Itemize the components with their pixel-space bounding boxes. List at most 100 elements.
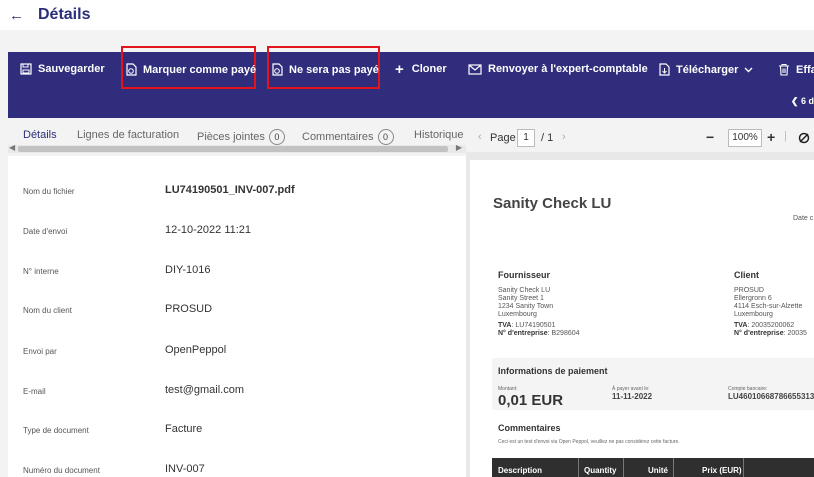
mail-icon [468,63,482,75]
back-arrow-icon[interactable]: ← [9,7,24,24]
clone-button[interactable]: + Cloner [395,60,447,78]
document-number-label: Numéro du document [23,466,100,475]
mark-as-paid-label: Marquer comme payé [143,63,257,76]
plus-icon: + [395,60,404,78]
save-button[interactable]: Sauvegarder [20,63,105,75]
document-number-value: INV-007 [165,463,205,475]
mini-pager-text: 6 d [800,96,814,106]
detail-tabs: Détails Lignes de facturation Pièces joi… [8,126,466,145]
pdf-viewer-controls: ‹ Page 1 / 1 › − 100% + | [470,126,814,150]
pdf-col-separator [578,458,579,477]
pdf-payment-box: Informations de paiement Montant: 0,01 E… [492,358,814,410]
pdf-client-line: PROSUD [734,287,764,294]
pdf-amount-value: 0,01 EUR [498,392,564,409]
pdf-col-description: Description [498,466,543,475]
client-name-label: Nom du client [23,306,72,315]
pdf-client-address: PROSUD Ellergronn 6 4114 Esch-sur-Alzett… [734,287,807,338]
send-date-label: Date d'envoi [23,227,68,236]
pdf-col-unit: Unité [648,466,668,475]
next-page-icon[interactable]: › [562,131,566,143]
toolbar-divider: | [784,130,787,142]
resend-accountant-button[interactable]: Renvoyer à l'expert-comptable [468,63,648,75]
pdf-date-label: Date c [793,215,814,222]
download-button[interactable]: Télécharger [658,63,753,76]
pdf-col-quantity: Quantity [584,466,617,475]
will-not-be-paid-label: Ne sera pas payé [289,63,379,76]
document-type-label: Type de document [23,426,89,435]
scroll-left-icon[interactable]: ◀ [9,143,15,152]
action-toolbar: Sauvegarder Marquer comme payé Ne sera p… [8,46,814,118]
no-annotation-icon[interactable] [798,132,810,144]
details-panel: Nom du fichier LU74190501_INV-007.pdf Da… [8,156,466,477]
pdf-col-price: Prix (EUR) [702,466,742,475]
save-label: Sauvegarder [38,63,105,75]
pdf-client-vat: TVA: 20035200062 [734,322,807,330]
pdf-vat-value: : LU74190501 [511,322,556,329]
chevron-down-icon [744,67,753,72]
internal-number-label: N° interne [23,267,59,276]
pdf-client-title: Client [734,270,760,280]
tab-attachments[interactable]: Pièces jointes 0 [197,129,285,145]
zoom-level-input[interactable]: 100% [728,129,762,147]
pdf-company-no-label: N° d'entreprise [498,330,548,337]
sent-by-label: Envoi par [23,347,57,356]
pdf-supplier-line: Luxembourg [498,311,537,318]
pdf-col-separator [743,458,744,477]
pdf-col-separator [623,458,624,477]
zoom-in-button[interactable]: + [767,129,775,145]
tab-history[interactable]: Historique [414,129,464,141]
mark-as-paid-button[interactable]: Marquer comme payé [125,63,256,76]
document-payment-icon [126,63,137,76]
document-type-value: Facture [165,423,203,435]
tab-invoice-lines[interactable]: Lignes de facturation [77,129,179,141]
download-icon [659,63,670,76]
pdf-col-separator [673,458,674,477]
pdf-company-no-value: : B298604 [547,330,580,337]
pdf-supplier-company-no: N° d'entreprise: B298604 [498,330,580,338]
pdf-supplier-address: Sanity Check LU Sanity Street 1 1234 San… [498,287,580,338]
delete-button[interactable]: Effa [778,63,814,76]
pdf-client-line: Luxembourg [734,311,773,318]
pdf-client-line: 4114 Esch-sur-Alzette [734,303,803,310]
previous-page-icon[interactable]: ‹ [478,131,482,143]
pdf-company-name: Sanity Check LU [493,195,612,212]
scroll-right-icon[interactable]: ▶ [456,143,462,152]
pdf-supplier-title: Fournisseur [498,270,551,280]
page-number-input[interactable]: 1 [517,129,535,147]
page-header: ← Détails [0,0,814,30]
zoom-out-button[interactable]: − [706,129,714,145]
will-not-be-paid-button[interactable]: Ne sera pas payé [271,63,379,76]
tab-attachments-label: Pièces jointes [197,131,265,143]
pdf-comments-title: Commentaires [498,423,561,433]
send-date-value: 12-10-2022 11:21 [165,224,252,236]
scrollbar-thumb[interactable] [18,146,448,152]
resend-accountant-label: Renvoyer à l'expert-comptable [488,63,648,75]
pdf-supplier-line: Sanity Street 1 [498,295,544,302]
tab-details[interactable]: Détails [23,129,57,141]
document-payment-icon [272,63,283,76]
page-label: Page [490,132,516,144]
pdf-comments-text: Ceci est un test d'envoi via Open Peppol… [498,439,680,445]
delete-label: Effa [796,63,814,76]
tab-comments[interactable]: Commentaires 0 [302,129,394,145]
page-title: Détails [38,6,91,23]
file-name-value: LU74190501_INV-007.pdf [165,184,295,196]
attachments-count-badge: 0 [268,129,285,145]
email-value: test@gmail.com [165,384,245,396]
pdf-vat-value: : 20035200062 [747,322,795,329]
pdf-vat-label: TVA [734,322,748,329]
clone-label: Cloner [411,63,447,75]
pdf-due-value: 11-11-2022 [612,392,653,401]
pdf-bank-value: LU460106687866553131 [728,392,814,401]
client-name-value: PROSUD [165,303,213,315]
download-label: Télécharger [676,63,739,76]
tabs-scrollbar[interactable]: ◀ ▶ [8,143,466,153]
internal-number-value: DIY-1016 [165,264,211,276]
tab-comments-label: Commentaires [302,131,374,143]
pdf-table-header: Description Quantity Unité Prix (EUR) [492,458,814,477]
pdf-company-no-value: : 20035 [783,330,807,337]
sent-by-value: OpenPeppol [165,344,227,356]
mini-pager[interactable]: ❮ 6 d [791,96,814,107]
file-name-label: Nom du fichier [23,187,75,196]
pdf-company-no-label: N° d'entreprise [734,330,784,337]
